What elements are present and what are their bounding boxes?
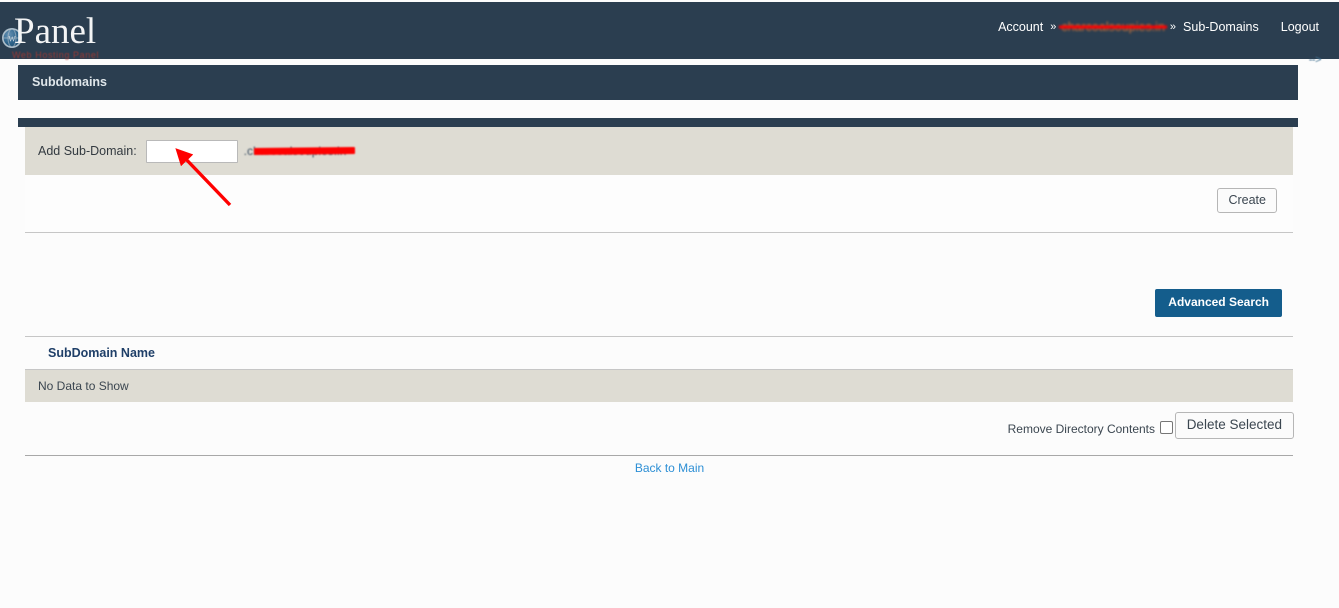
column-header-subdomain-name: SubDomain Name (48, 346, 155, 360)
section-divider-strip (18, 118, 1298, 127)
top-navigation-bar: W Panel Web Hosting Panel Account » char… (0, 2, 1339, 60)
remove-directory-contents-label: Remove Directory Contents (1007, 422, 1155, 436)
nav-account-link[interactable]: Account (996, 20, 1045, 34)
panel-spacer (25, 233, 1293, 301)
page-title: Subdomains (32, 75, 108, 89)
page-title-bar: Subdomains (18, 65, 1298, 100)
delete-selected-button[interactable]: Delete Selected (1174, 412, 1294, 439)
breadcrumb: Account » charcoalsoupies.in » Sub-Domai… (996, 20, 1321, 34)
create-button[interactable]: Create (1217, 188, 1277, 213)
back-to-main-link[interactable]: Back to Main (635, 461, 704, 475)
nav-domain-label-redacted: charcoalsoupies.in (1061, 20, 1165, 34)
add-subdomain-label: Add Sub-Domain: (38, 144, 137, 158)
advanced-search-row: Advanced Search (25, 289, 1293, 337)
no-data-message: No Data to Show (38, 379, 129, 393)
main-panel: Add Sub-Domain: .charcoalsoupies.in Crea… (25, 127, 1294, 456)
advanced-search-button[interactable]: Advanced Search (1155, 289, 1282, 317)
breadcrumb-separator-2: » (1169, 21, 1177, 33)
add-subdomain-row: Add Sub-Domain: .charcoalsoupies.in (25, 127, 1293, 175)
nav-logout-link[interactable]: Logout (1279, 20, 1321, 34)
brand-name: Panel (14, 11, 97, 52)
subdomain-input[interactable] (145, 139, 238, 163)
html-comment-artifact: --> (1308, 54, 1322, 66)
table-header-row: SubDomain Name (25, 337, 1293, 370)
brand-tagline: Web Hosting Panel (12, 50, 100, 60)
nav-subdomains-link[interactable]: Sub-Domains (1181, 20, 1261, 34)
back-to-main-wrap: Back to Main (0, 459, 1339, 477)
table-footer-row: Remove Directory Contents Delete Selecte… (25, 402, 1294, 456)
remove-directory-contents-checkbox[interactable] (1160, 421, 1173, 434)
page-root: W Panel Web Hosting Panel Account » char… (0, 0, 1339, 608)
table-empty-row: No Data to Show (25, 370, 1293, 402)
create-button-row: Create (25, 175, 1293, 233)
domain-suffix-redacted: .charcoalsoupies.in (243, 144, 347, 158)
